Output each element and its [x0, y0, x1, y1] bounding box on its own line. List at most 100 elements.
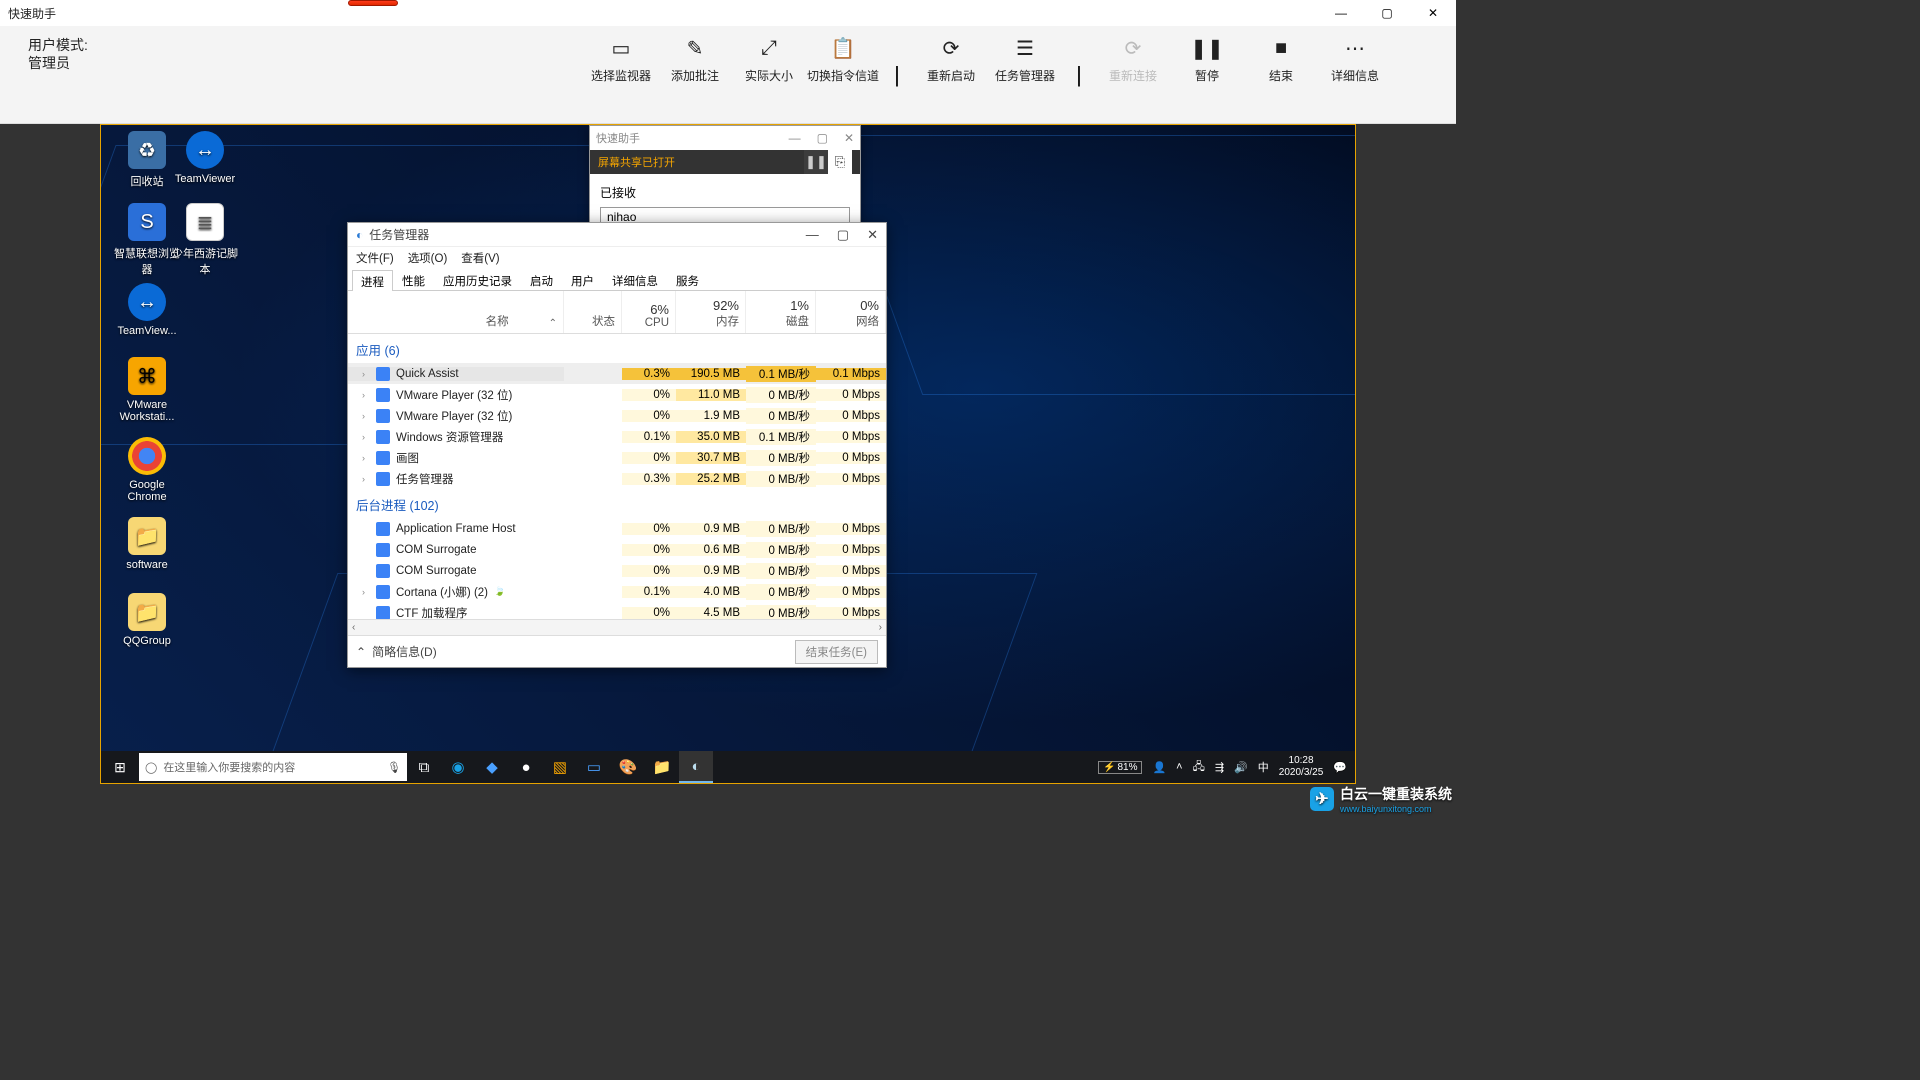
process-row[interactable]: COM Surrogate0%0.9 MB0 MB/秒0 Mbps: [348, 560, 886, 581]
toolbar-end-button[interactable]: ■结束: [1244, 26, 1318, 123]
system-tray[interactable]: ⚡81% 👤 ˄ 🖧 ⇶ 🔊 中 10:282020/3/25 💬: [1090, 755, 1355, 779]
taskbar-app-edge[interactable]: ◉: [441, 751, 475, 783]
tm-close-button[interactable]: ✕: [867, 227, 878, 243]
tm-maximize-button[interactable]: ▢: [837, 227, 849, 243]
quickassist-titlebar[interactable]: 快速助手 — ▢ ✕: [0, 0, 1456, 26]
process-row[interactable]: ›画图0%30.7 MB0 MB/秒0 Mbps: [348, 447, 886, 468]
tab-进程[interactable]: 进程: [352, 270, 393, 291]
taskbar-app-paint[interactable]: 🎨: [611, 751, 645, 783]
col-cpu[interactable]: 6%CPU: [622, 291, 676, 333]
process-icon: [376, 585, 390, 599]
expand-chevron-icon[interactable]: ›: [362, 474, 370, 484]
mic-icon[interactable]: 🎙: [387, 761, 401, 774]
network-icon[interactable]: 🖧: [1193, 758, 1205, 777]
taskbar-app-vmware[interactable]: ▧: [543, 751, 577, 783]
desktop-icon-teamviewer2[interactable]: ↔TeamView...: [111, 283, 183, 337]
ime-indicator[interactable]: 中: [1258, 759, 1269, 775]
toolbar-details-button[interactable]: ⋯详细信息: [1318, 26, 1392, 123]
clock[interactable]: 10:282020/3/25: [1279, 755, 1324, 779]
remote-qas-maximize-button[interactable]: ▢: [817, 131, 828, 145]
end-task-button[interactable]: 结束任务(E): [795, 640, 878, 664]
process-name: COM Surrogate: [396, 565, 477, 577]
desktop-icon-shaonian-script[interactable]: ≣少年西游记脚本: [169, 203, 241, 277]
taskbar-app-lenovo[interactable]: ◆: [475, 751, 509, 783]
process-table-body[interactable]: 应用 (6)›Quick Assist0.3%190.5 MB0.1 MB/秒0…: [348, 334, 886, 619]
process-row[interactable]: ›Windows 资源管理器0.1%35.0 MB0.1 MB/秒0 Mbps: [348, 426, 886, 447]
toolbar-toggle-channel-button[interactable]: 📋切换指令信道: [806, 26, 880, 123]
toolbar-select-monitor-button[interactable]: ▭选择监视器: [584, 26, 658, 123]
remote-qas-close-button[interactable]: ✕: [844, 131, 854, 145]
tab-详细信息[interactable]: 详细信息: [603, 269, 667, 290]
taskbar-app-quickassist[interactable]: ▭: [577, 751, 611, 783]
task-manager-tabs[interactable]: 进程性能应用历史记录启动用户详细信息服务: [348, 269, 886, 291]
process-row[interactable]: ›Cortana (小娜) (2) 🍃0.1%4.0 MB0 MB/秒0 Mbp…: [348, 581, 886, 602]
remote-quickassist-window[interactable]: 快速助手 — ▢ ✕ 屏幕共享已打开 ❚❚ ⎘ 已接收: [589, 125, 861, 232]
tm-minimize-button[interactable]: —: [806, 227, 819, 243]
col-memory[interactable]: 92%内存: [676, 291, 746, 333]
process-cpu: 0.3%: [622, 368, 676, 380]
process-row[interactable]: ›任务管理器0.3%25.2 MB0 MB/秒0 Mbps: [348, 468, 886, 489]
task-manager-titlebar[interactable]: ◐ 任务管理器 — ▢ ✕: [348, 223, 886, 247]
taskbar-search[interactable]: ◯ 在这里输入你要搜索的内容 🎙: [139, 753, 407, 781]
remote-qas-minimize-button[interactable]: —: [789, 131, 801, 145]
toolbar-actual-size-button[interactable]: ⤢实际大小: [732, 26, 806, 123]
process-table-header[interactable]: 名称⌃ 状态 6%CPU 92%内存 1%磁盘 0%网络: [348, 291, 886, 333]
process-row[interactable]: ›VMware Player (32 位)0%1.9 MB0 MB/秒0 Mbp…: [348, 405, 886, 426]
expand-chevron-icon[interactable]: ›: [362, 369, 370, 379]
tab-性能[interactable]: 性能: [393, 269, 434, 290]
desktop-icon-vmware-ws[interactable]: ⌘VMware Workstati...: [111, 357, 183, 423]
taskbar-app-chrome[interactable]: ●: [509, 751, 543, 783]
process-row[interactable]: ›VMware Player (32 位)0%11.0 MB0 MB/秒0 Mb…: [348, 384, 886, 405]
expand-chevron-icon[interactable]: ›: [362, 432, 370, 442]
tab-应用历史记录[interactable]: 应用历史记录: [434, 269, 521, 290]
col-network[interactable]: 0%网络: [816, 291, 886, 333]
toolbar-restart-button[interactable]: ⟳重新启动: [914, 26, 988, 123]
tab-启动[interactable]: 启动: [521, 269, 562, 290]
taskbar-app-taskmanager[interactable]: ◐: [679, 751, 713, 783]
menu-view[interactable]: 查看(V): [461, 250, 499, 266]
menu-options[interactable]: 选项(O): [408, 250, 448, 266]
toolbar-annotate-button[interactable]: ✎添加批注: [658, 26, 732, 123]
desktop-icon-teamviewer[interactable]: ↔TeamViewer: [169, 131, 241, 185]
menu-file[interactable]: 文件(F): [356, 250, 394, 266]
horizontal-scrollbar[interactable]: ‹›: [348, 619, 886, 635]
process-row[interactable]: ›Quick Assist0.3%190.5 MB0.1 MB/秒0.1 Mbp…: [348, 363, 886, 384]
close-button[interactable]: ✕: [1410, 0, 1456, 26]
col-name[interactable]: 名称: [486, 313, 509, 329]
expand-chevron-icon[interactable]: ›: [362, 587, 370, 597]
battery-indicator[interactable]: ⚡81%: [1098, 761, 1142, 774]
wifi-icon[interactable]: ⇶: [1215, 761, 1224, 774]
taskbar-app-explorer[interactable]: 📁: [645, 751, 679, 783]
process-row[interactable]: COM Surrogate0%0.6 MB0 MB/秒0 Mbps: [348, 539, 886, 560]
toolbar-task-manager-button[interactable]: ☰任务管理器: [988, 26, 1062, 123]
process-row[interactable]: Application Frame Host0%0.9 MB0 MB/秒0 Mb…: [348, 518, 886, 539]
remote-taskbar[interactable]: ⊞ ◯ 在这里输入你要搜索的内容 🎙 ⧉ ◉ ◆ ● ▧ ▭ 🎨 📁 ◐ ⚡81…: [101, 751, 1355, 783]
fewer-details-button[interactable]: ⌃简略信息(D): [356, 643, 437, 660]
task-view-button[interactable]: ⧉: [407, 751, 441, 783]
remote-quickassist-titlebar[interactable]: 快速助手 — ▢ ✕: [590, 126, 860, 150]
toolbar-pause-button[interactable]: ❚❚暂停: [1170, 26, 1244, 123]
expand-chevron-icon[interactable]: ›: [362, 390, 370, 400]
pause-sharing-button[interactable]: ❚❚: [804, 150, 828, 174]
action-center-icon[interactable]: 💬: [1333, 761, 1347, 774]
desktop-icon-qqgroup[interactable]: 📁QQGroup: [111, 593, 183, 647]
task-manager-window[interactable]: ◐ 任务管理器 — ▢ ✕ 文件(F) 选项(O) 查看(V) 进程性能应用历史…: [347, 222, 887, 668]
remote-viewport[interactable]: ♻回收站↔TeamViewerS智慧联想浏览器≣少年西游记脚本↔TeamView…: [100, 124, 1356, 784]
expand-chevron-icon[interactable]: ›: [362, 453, 370, 463]
process-row[interactable]: CTF 加载程序0%4.5 MB0 MB/秒0 Mbps: [348, 602, 886, 619]
volume-icon[interactable]: 🔊: [1234, 761, 1248, 774]
tab-用户[interactable]: 用户: [562, 269, 603, 290]
expand-chevron-icon[interactable]: ›: [362, 411, 370, 421]
task-manager-menu[interactable]: 文件(F) 选项(O) 查看(V): [348, 247, 886, 269]
tray-chevron-icon[interactable]: ˄: [1176, 761, 1182, 773]
popout-button[interactable]: ⎘: [828, 150, 852, 174]
start-button[interactable]: ⊞: [101, 759, 139, 776]
col-status[interactable]: 状态: [564, 291, 622, 333]
desktop-icon-software[interactable]: 📁software: [111, 517, 183, 571]
maximize-button[interactable]: ▢: [1364, 0, 1410, 26]
tab-服务[interactable]: 服务: [667, 269, 708, 290]
people-icon[interactable]: 👤: [1152, 761, 1166, 774]
minimize-button[interactable]: —: [1318, 0, 1364, 26]
desktop-icon-chrome[interactable]: Google Chrome: [111, 437, 183, 503]
col-disk[interactable]: 1%磁盘: [746, 291, 816, 333]
